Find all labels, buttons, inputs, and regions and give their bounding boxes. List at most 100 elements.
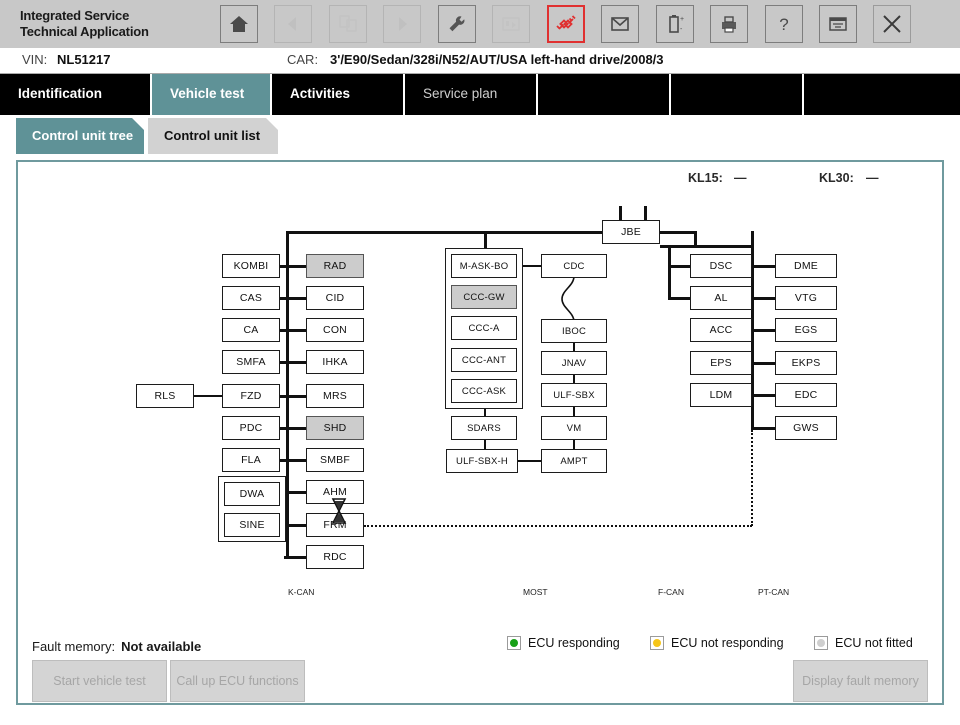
ecu-node-SDARS[interactable]: SDARS [451,416,517,440]
ecu-node-CCC-ANT[interactable]: CCC-ANT [451,348,517,372]
service-functions-button[interactable] [437,5,476,43]
ecu-node-DME[interactable]: DME [775,254,837,278]
ecu-node-JBE[interactable]: JBE [602,220,660,244]
ecu-label-SINE: SINE [239,519,265,531]
window-icon [829,17,847,31]
bus-label-f-can: F-CAN [658,587,684,597]
ecu-node-CA[interactable]: CA [222,318,280,342]
ecu-node-CID[interactable]: CID [306,286,364,310]
ecu-node-FZD[interactable]: FZD [222,384,280,408]
documents-button[interactable] [328,5,367,43]
help-question-icon: ? [779,15,788,34]
ecu-node-CAS[interactable]: CAS [222,286,280,310]
ecu-node-DWA[interactable]: DWA [224,482,280,506]
fault-memory-status: Fault memory: Not available [32,639,201,654]
ecu-label-RLS: RLS [154,390,176,402]
window-button[interactable] [818,5,857,43]
ecu-node-KOMBI[interactable]: KOMBI [222,254,280,278]
ecu-node-AL[interactable]: AL [690,286,752,310]
forward-button[interactable] [383,5,422,43]
ecu-node-PDC[interactable]: PDC [222,416,280,440]
ecu-label-ULF-SBX: ULF-SBX [553,389,595,401]
ecu-node-CCC-GW[interactable]: CCC-GW [451,285,517,309]
ecu-node-CDC[interactable]: CDC [541,254,607,278]
connection-button[interactable] [546,5,585,43]
ecu-node-ACC[interactable]: ACC [690,318,752,342]
vehicle-info-bar: VIN: NL51217 CAR: 3'/E90/Sedan/328i/N52/… [0,48,960,74]
ecu-node-SHD[interactable]: SHD [306,416,364,440]
ecu-node-JNAV[interactable]: JNAV [541,351,607,375]
ecu-node-CON[interactable]: CON [306,318,364,342]
ecu-node-VTG[interactable]: VTG [775,286,837,310]
ecu-node-AMPT[interactable]: AMPT [541,449,607,473]
ecu-label-MRS: MRS [323,390,347,402]
back-button[interactable] [274,5,313,43]
tab-service-plan[interactable]: Service plan [405,74,538,115]
ecu-node-ULF-SBX[interactable]: ULF-SBX [541,383,607,407]
tab-identification[interactable]: Identification [0,74,152,115]
ecu-label-CCC-ANT: CCC-ANT [461,354,507,366]
battery-button[interactable]: + - [655,5,694,43]
ecu-label-AL: AL [714,292,728,304]
subtab-control-unit-list[interactable]: Control unit list [148,118,278,154]
ecu-node-ULF-SBX-H[interactable]: ULF-SBX-H [446,449,518,473]
close-button[interactable] [873,5,912,43]
ecu-label-VTG: VTG [794,292,818,304]
ecu-node-IBOC[interactable]: IBOC [541,319,607,343]
branch-rdc [284,556,308,559]
car-value: 3'/E90/Sedan/328i/N52/AUT/USA left-hand … [330,52,664,67]
ecu-node-RLS[interactable]: RLS [136,384,194,408]
branch-fzd-mrs [280,395,308,398]
messages-button[interactable] [601,5,640,43]
ecu-node-FLA[interactable]: FLA [222,448,280,472]
ecu-node-SMBF[interactable]: SMBF [306,448,364,472]
display-fault-memory-button[interactable]: Display fault memory [793,660,928,702]
call-up-ecu-functions-button[interactable]: Call up ECU functions [170,660,305,702]
ecu-node-DSC[interactable]: DSC [690,254,752,278]
ecu-node-EDC[interactable]: EDC [775,383,837,407]
tab-empty-1[interactable] [538,74,671,115]
ecu-node-SMFA[interactable]: SMFA [222,350,280,374]
ecu-node-MRS[interactable]: MRS [306,384,364,408]
legend-ecu-responding: ECU responding [507,636,620,650]
start-vehicle-test-button[interactable]: Start vehicle test [32,660,167,702]
print-button[interactable] [710,5,749,43]
ecu-label-RDC: RDC [323,551,347,563]
ecu-node-SINE[interactable]: SINE [224,513,280,537]
ecu-node-CCC-A[interactable]: CCC-A [451,316,517,340]
help-button[interactable]: ? [764,5,803,43]
tab-vehicle-test-label: Vehicle test [170,86,245,101]
ecu-node-CCC-ASK[interactable]: CCC-ASK [451,379,517,403]
tab-activities[interactable]: Activities [272,74,405,115]
legend-label-not-responding: ECU not responding [671,636,784,650]
ecu-node-EGS[interactable]: EGS [775,318,837,342]
tab-empty-3[interactable] [804,74,960,115]
ecu-node-EPS[interactable]: EPS [690,351,752,375]
legend-label-responding: ECU responding [528,636,620,650]
jbe-trunk-left [286,231,602,234]
tab-empty-2[interactable] [671,74,804,115]
ista-application-window: Integrated Service Technical Application [0,0,960,725]
id-card-icon [502,17,521,31]
ecu-node-GWS[interactable]: GWS [775,416,837,440]
ecu-label-SMFA: SMFA [236,356,266,368]
tab-activities-label: Activities [290,86,351,101]
ecu-node-LDM[interactable]: LDM [690,383,752,407]
ecu-node-RAD[interactable]: RAD [306,254,364,278]
vehicle-identification-button[interactable] [492,5,531,43]
tab-vehicle-test[interactable]: Vehicle test [152,74,272,115]
home-button[interactable] [220,5,258,43]
ecu-node-RDC[interactable]: RDC [306,545,364,569]
subtab-control-unit-tree[interactable]: Control unit tree [16,118,144,154]
ecu-node-EKPS[interactable]: EKPS [775,351,837,375]
subtab-tree-shape [16,118,144,154]
ecu-node-M-ASK-BO[interactable]: M-ASK-BO [451,254,517,278]
ecu-node-VM[interactable]: VM [541,416,607,440]
legend-ecu-not-fitted: ECU not fitted [814,636,913,650]
ecu-node-IHKA[interactable]: IHKA [306,350,364,374]
branch-gws [751,427,777,430]
ecu-label-KOMBI: KOMBI [233,260,269,272]
connector-plug-icon [556,15,576,30]
content-panel: KL15: — KL30: — JBE RLS KOMBI CAS CA SMF… [16,160,944,705]
subtab-list-shape [148,118,278,154]
